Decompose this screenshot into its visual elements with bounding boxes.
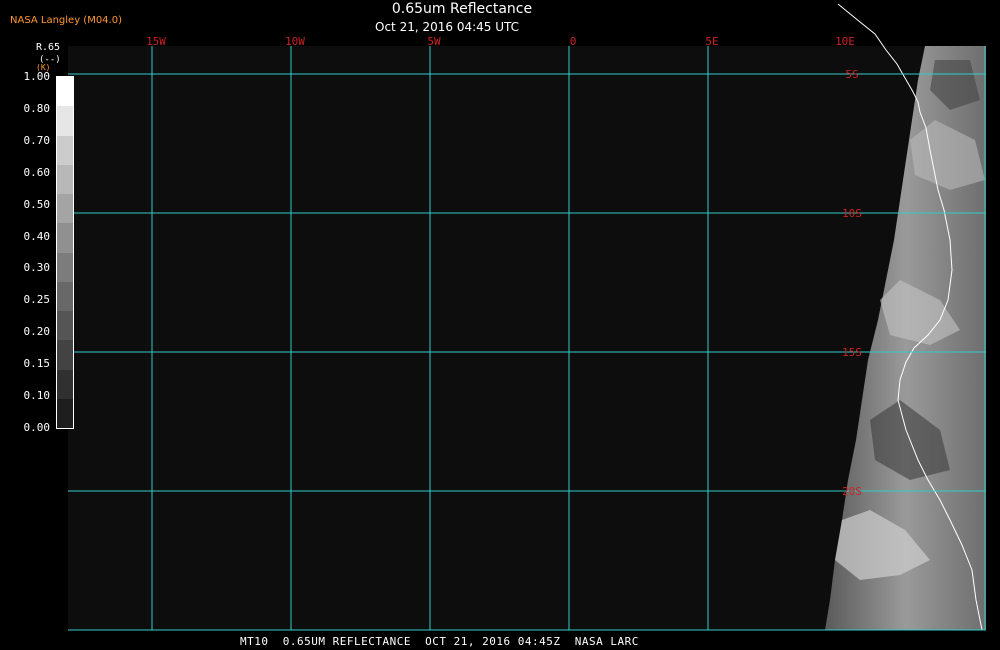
satellite-swath	[825, 46, 986, 630]
color-scale-tick-label: 0.10	[23, 389, 51, 402]
color-scale-tick-label: 0.50	[23, 197, 51, 211]
color-scale-tick-label: 0.25	[23, 293, 51, 307]
color-scale-segment	[57, 398, 73, 428]
latitude-label: 5S	[845, 68, 858, 81]
longitude-label: 5E	[705, 35, 718, 48]
color-scale-tick-label: 0.00	[23, 420, 51, 434]
color-scale-bar	[56, 76, 74, 429]
latitude-label: 20S	[842, 485, 862, 498]
color-scale-tick-label: 0.80	[23, 101, 51, 115]
color-scale-tick-label: 1.00	[23, 70, 51, 83]
longitude-label: 10W	[285, 35, 305, 48]
longitude-label: 10E	[835, 35, 855, 48]
color-scale-segment	[57, 252, 73, 282]
color-scale-segment	[57, 340, 73, 370]
color-scale-segment	[57, 106, 73, 136]
color-scale-segment	[57, 194, 73, 224]
color-scale-tick-label: 0.40	[23, 229, 51, 243]
color-scale-segment	[57, 281, 73, 311]
longitude-label: 15W	[146, 35, 166, 48]
latitude-label: 15S	[842, 346, 862, 359]
footer-caption: MT10 0.65UM REFLECTANCE OCT 21, 2016 04:…	[240, 635, 639, 648]
color-scale-tick-label: 0.20	[23, 325, 51, 339]
color-scale-segment	[57, 77, 73, 107]
latitude-label: 10S	[842, 207, 862, 220]
color-scale-segment	[57, 164, 73, 194]
color-scale-tick-label: 0.15	[23, 357, 51, 371]
color-scale-tick-label: 0.30	[23, 261, 51, 275]
color-scale-segment	[57, 135, 73, 165]
map-overlay: 15W 10W 5W 0 5E 10E 5S 10S 15S 20S	[68, 3, 986, 631]
color-scale-segment	[57, 311, 73, 341]
longitude-label: 0	[570, 35, 577, 48]
color-scale-segment	[57, 223, 73, 253]
color-scale-segment	[57, 369, 73, 399]
color-scale-tick-label: 0.60	[23, 165, 51, 179]
color-scale-tick-label: 0.70	[23, 133, 51, 147]
longitude-label: 5W	[427, 35, 441, 48]
legend-variable: R.65	[36, 42, 61, 53]
grid-labels: 15W 10W 5W 0 5E 10E 5S 10S 15S 20S	[146, 35, 862, 498]
